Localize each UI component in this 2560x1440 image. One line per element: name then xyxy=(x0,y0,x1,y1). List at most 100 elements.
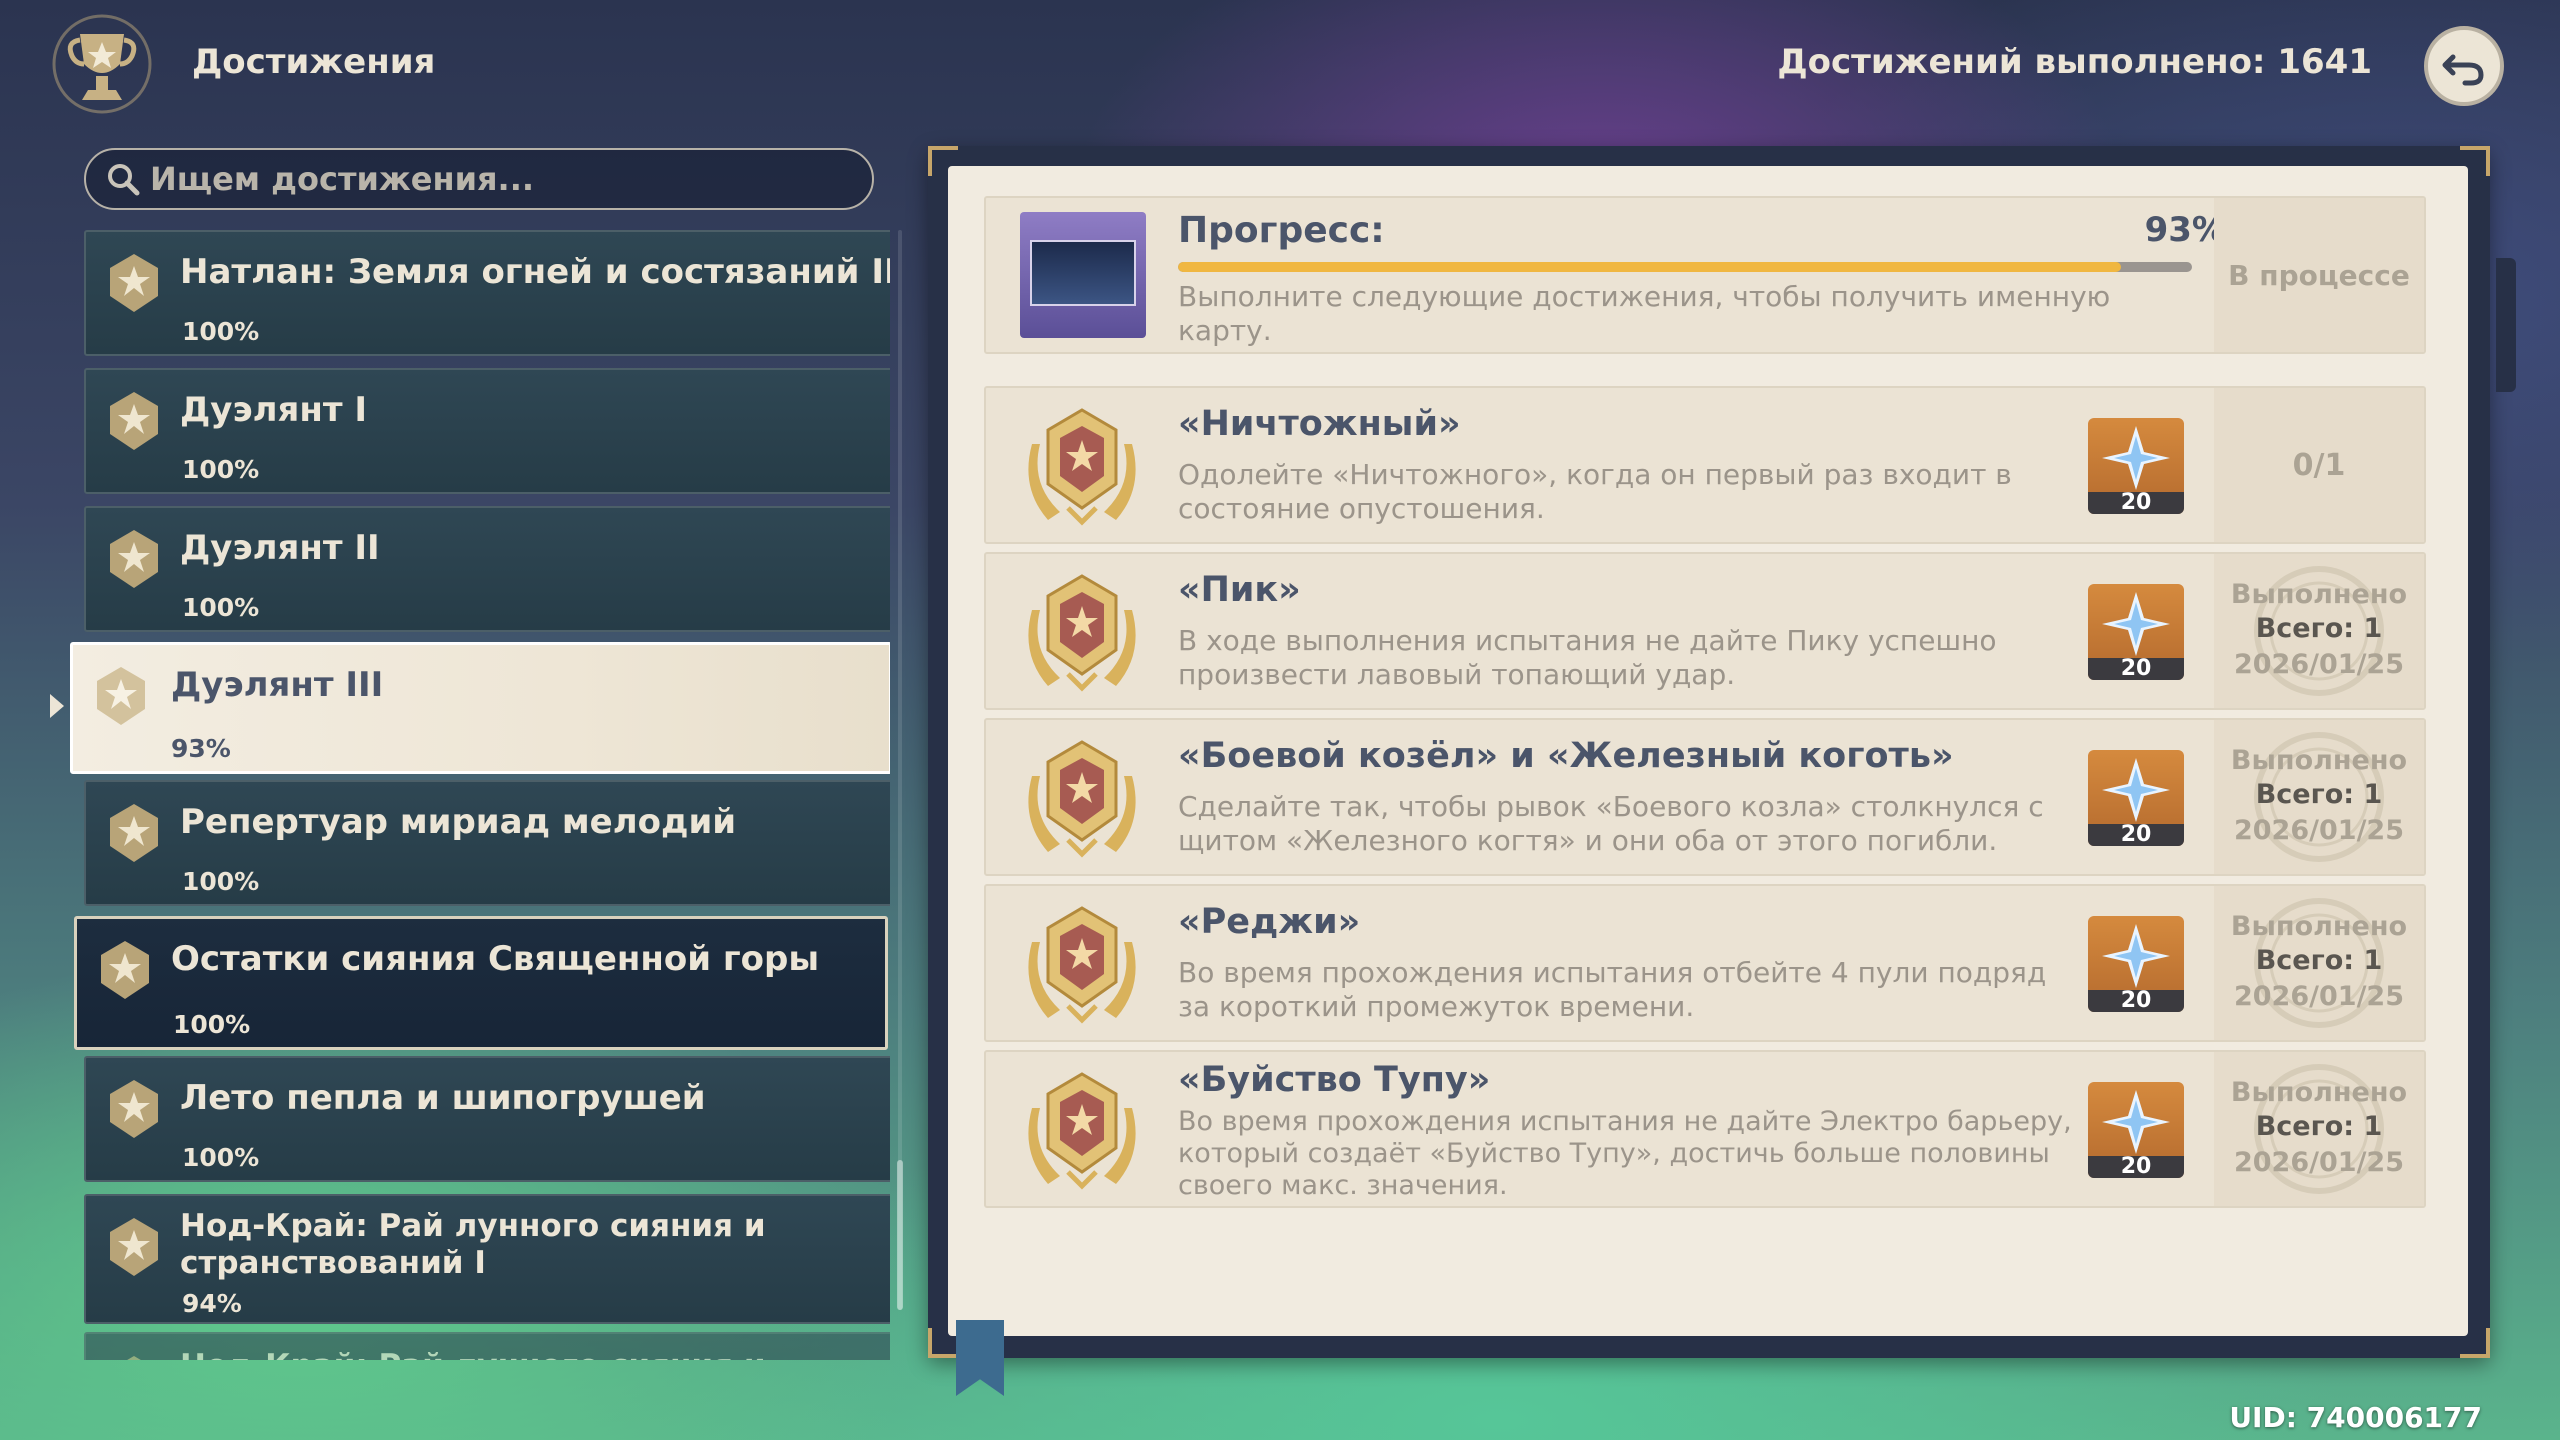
completed-label: Выполнено xyxy=(2230,579,2408,610)
completed-label: Выполнено xyxy=(2230,911,2408,942)
primogem-reward: 20 xyxy=(2088,418,2184,514)
completed-label: Выполнено xyxy=(2230,745,2408,776)
category-name: Дуэлянт II xyxy=(180,528,380,568)
achievement-badge-icon xyxy=(110,1218,158,1276)
progress-card: Прогресс: 93% Выполните следующие достиж… xyxy=(984,196,2426,354)
category-item[interactable]: Дуэлянт II 100% xyxy=(84,506,890,632)
achievement-card[interactable]: «Пик» В ходе выполнения испытания не дай… xyxy=(984,552,2426,710)
reward-amount: 20 xyxy=(2088,824,2184,846)
progress-description: Выполните следующие достижения, чтобы по… xyxy=(1178,280,2111,347)
progress-status: В процессе xyxy=(2214,198,2424,352)
player-uid: UID: 740006177 xyxy=(2229,1401,2482,1434)
progress-title: Прогресс: xyxy=(1178,210,1385,251)
category-percent: 100% xyxy=(182,455,260,484)
search-input[interactable] xyxy=(150,160,850,198)
trophy-icon xyxy=(52,14,152,114)
category-item[interactable]: Нод-Край: Рай лунного сияния и странство… xyxy=(84,1194,890,1324)
achievement-badge-icon xyxy=(110,530,158,588)
achievement-count: 0/1 xyxy=(2292,447,2346,483)
achievement-card[interactable]: «Реджи» Во время прохождения испытания о… xyxy=(984,884,2426,1042)
category-name: Нод-Край: Рай лунного сияния и странство… xyxy=(180,1208,766,1281)
achievement-title: «Буйство Тупу» xyxy=(1178,1060,1491,1100)
book-side-tab xyxy=(2496,258,2516,392)
category-scrollbar-thumb[interactable] xyxy=(897,1160,903,1310)
gold-medal-icon xyxy=(1028,740,1136,858)
completed-date: 2026/01/25 xyxy=(2233,815,2404,846)
search-bar[interactable] xyxy=(84,148,874,210)
primogem-reward: 20 xyxy=(2088,916,2184,1012)
gold-medal-icon xyxy=(1028,574,1136,692)
completed-label: Выполнено xyxy=(2230,1077,2408,1108)
category-percent: 94% xyxy=(182,1289,242,1318)
gold-medal-icon xyxy=(1028,408,1136,526)
achievement-card[interactable]: «Боевой козёл» и «Железный коготь» Сдела… xyxy=(984,718,2426,876)
achievement-description: В ходе выполнения испытания не дайте Пик… xyxy=(1178,624,1997,691)
completed-date: 2026/01/25 xyxy=(2233,1147,2404,1178)
category-percent: 100% xyxy=(173,1010,251,1039)
category-item[interactable]: Дуэлянт I 100% xyxy=(84,368,890,494)
achievement-title: «Пик» xyxy=(1178,570,1301,610)
category-item-hovered[interactable]: Остатки сияния Священной горы 100% xyxy=(74,916,888,1050)
achievement-title: «Боевой козёл» и «Железный коготь» xyxy=(1178,736,1954,776)
category-percent: 100% xyxy=(182,593,260,622)
reward-amount: 20 xyxy=(2088,990,2184,1012)
category-percent: 93% xyxy=(171,734,231,763)
achievement-status: Выполнено Всего: 1 2026/01/25 xyxy=(2214,720,2424,874)
achievement-title: «Ничтожный» xyxy=(1178,404,1461,444)
category-item[interactable]: Репертуар мириад мелодий 100% xyxy=(84,780,890,906)
total-label: Всего: 1 xyxy=(2255,613,2383,644)
category-name: Лето пепла и шипогрушей xyxy=(180,1078,706,1118)
category-scrollbar[interactable] xyxy=(898,230,902,1310)
back-arrow-icon xyxy=(2442,54,2484,86)
primogem-reward: 20 xyxy=(2088,584,2184,680)
category-item[interactable]: Лето пепла и шипогрушей 100% xyxy=(84,1056,890,1182)
gold-medal-icon xyxy=(1028,906,1136,1024)
category-percent: 100% xyxy=(182,867,260,896)
namecard-preview xyxy=(1030,240,1136,306)
primogem-icon xyxy=(2102,924,2170,988)
reward-amount: 20 xyxy=(2088,492,2184,514)
primogem-icon xyxy=(2102,1090,2170,1154)
back-button[interactable] xyxy=(2424,26,2504,106)
total-label: Всего: 1 xyxy=(2255,945,2383,976)
achievement-status: Выполнено Всего: 1 2026/01/25 xyxy=(2214,554,2424,708)
achievement-title: «Реджи» xyxy=(1178,902,1361,942)
primogem-icon xyxy=(2102,592,2170,656)
achievement-card[interactable]: «Буйство Тупу» Во время прохождения испы… xyxy=(984,1050,2426,1208)
category-item-selected[interactable]: Дуэлянт III 93% xyxy=(70,642,890,774)
achievement-badge-icon xyxy=(127,1356,141,1360)
category-item-partial[interactable]: Нод-Край: Рай лунного сияния и xyxy=(84,1332,890,1360)
achievement-badge-icon xyxy=(101,941,149,999)
category-name: Нод-Край: Рай лунного сияния и xyxy=(180,1346,890,1360)
category-name: Репертуар мириад мелодий xyxy=(180,802,737,842)
progress-bar-fill xyxy=(1178,262,2122,272)
header: Достижения Достижений выполнено: 1641 xyxy=(0,0,2560,130)
category-name: Дуэлянт III xyxy=(171,665,384,705)
primogem-icon xyxy=(2102,426,2170,490)
achievements-completed-count: Достижений выполнено: 1641 xyxy=(1777,42,2372,82)
total-label: Всего: 1 xyxy=(2255,1111,2383,1142)
category-name: Натлан: Земля огней и состязаний II xyxy=(180,252,890,292)
achievement-description: Одолейте «Ничтожного», когда он первый р… xyxy=(1178,458,2012,525)
completed-date: 2026/01/25 xyxy=(2233,981,2404,1012)
category-item[interactable]: Натлан: Земля огней и состязаний II 100% xyxy=(84,230,890,356)
achievement-badge-icon xyxy=(110,254,158,312)
search-icon xyxy=(108,164,140,196)
selected-indicator-arrow xyxy=(50,694,64,718)
progress-bar xyxy=(1178,262,2192,272)
category-percent: 100% xyxy=(182,317,260,346)
page-title: Достижения xyxy=(192,42,436,82)
category-name: Дуэлянт I xyxy=(180,390,368,430)
namecard-reward-image xyxy=(1020,212,1146,338)
achievement-description: Сделайте так, чтобы рывок «Боевого козла… xyxy=(1178,790,2044,857)
gold-medal-icon xyxy=(1028,1072,1136,1190)
primogem-reward: 20 xyxy=(2088,1082,2184,1178)
category-percent: 100% xyxy=(182,1143,260,1172)
achievement-card[interactable]: «Ничтожный» Одолейте «Ничтожного», когда… xyxy=(984,386,2426,544)
achievement-description: Во время прохождения испытания не дайте … xyxy=(1178,1106,2072,1201)
category-list: Натлан: Земля огней и состязаний II 100%… xyxy=(70,230,890,1360)
primogem-icon xyxy=(2102,758,2170,822)
achievement-badge-icon xyxy=(110,804,158,862)
primogem-reward: 20 xyxy=(2088,750,2184,846)
bookmark-ribbon xyxy=(956,1320,1004,1396)
